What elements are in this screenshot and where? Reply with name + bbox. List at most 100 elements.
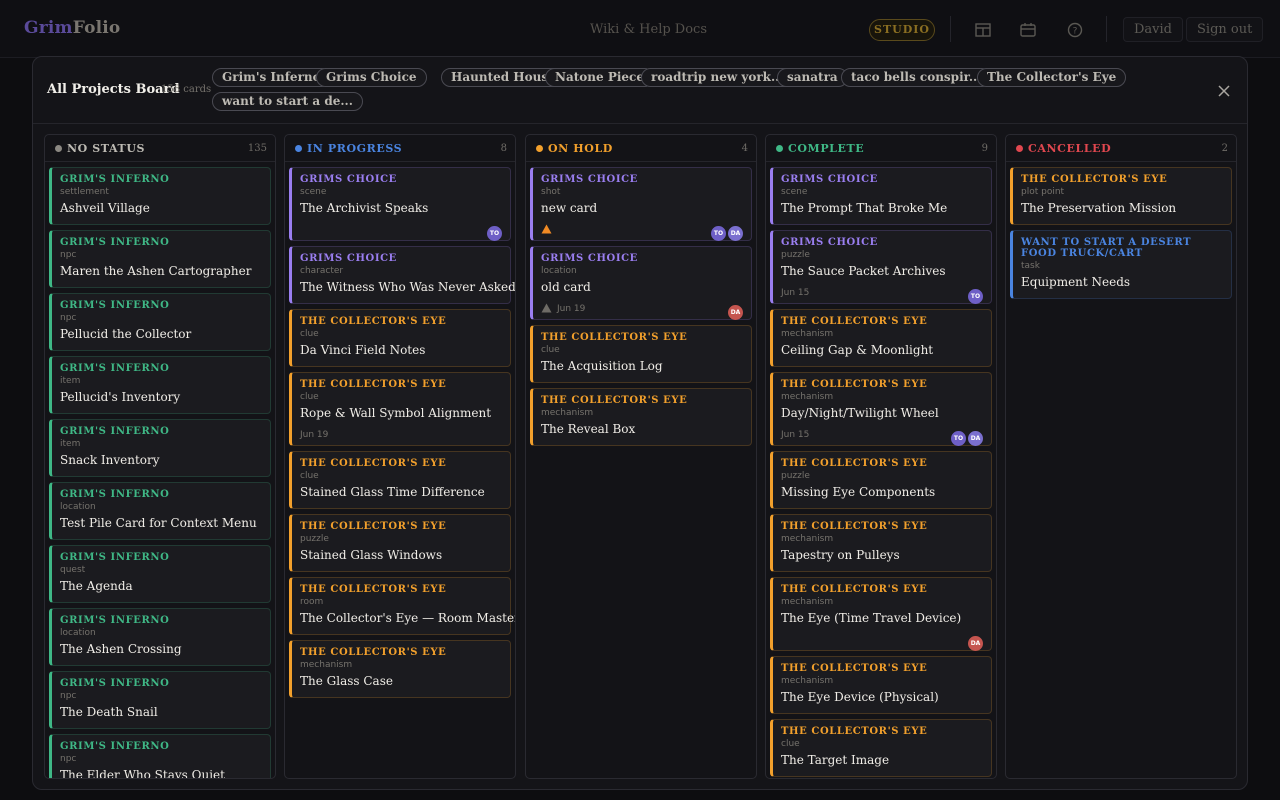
user-button[interactable]: David <box>1123 17 1183 42</box>
card-title: Pellucid the Collector <box>60 327 192 341</box>
sign-out-button[interactable]: Sign out <box>1186 17 1264 42</box>
kanban-card[interactable]: GRIMS CHOICE scene The Archivist Speaks TO <box>289 167 511 241</box>
card-title: Day/Night/Twilight Wheel <box>781 406 939 420</box>
kanban-card[interactable]: GRIM'S INFERNO item Snack Inventory <box>49 419 271 477</box>
kanban-card[interactable]: WANT TO START A DESERT FOOD TRUCK/CART ta… <box>1010 230 1232 299</box>
kanban-card[interactable]: GRIM'S INFERNO location Test Pile Card for… <box>49 482 271 540</box>
kanban-card[interactable]: THE COLLECTOR'S EYE puzzle Stained Glass W… <box>289 514 511 572</box>
kanban-card[interactable]: GRIMS CHOICE scene The Prompt That Broke M… <box>770 167 992 225</box>
card-type: puzzle <box>781 471 810 481</box>
column-title: COMPLETE <box>788 142 865 155</box>
card-type: task <box>1021 261 1040 271</box>
card-title: Stained Glass Time Difference <box>300 485 485 499</box>
kanban-card[interactable]: GRIMS CHOICE shot new card TO DA <box>530 167 752 241</box>
project-chip[interactable]: Grim's Inferno <box>212 68 331 87</box>
project-chip[interactable]: Natone Piece <box>545 68 654 87</box>
card-title: The Acquisition Log <box>541 359 663 373</box>
column-count: 135 <box>247 143 267 154</box>
avatar[interactable]: DA <box>728 226 743 241</box>
kanban-card[interactable]: GRIM'S INFERNO item Pellucid's Inventory <box>49 356 271 414</box>
kanban-card[interactable]: THE COLLECTOR'S EYE mechanism The Eye (Tim… <box>770 577 992 651</box>
card-type: clue <box>300 329 319 339</box>
project-chip[interactable]: sanatra <box>777 68 848 87</box>
card-project: GRIM'S INFERNO <box>60 678 170 689</box>
avatar[interactable]: TO <box>487 226 502 241</box>
kanban-card[interactable]: THE COLLECTOR'S EYE mechanism The Eye Devi… <box>770 656 992 714</box>
column-header: COMPLETE 9 <box>766 135 996 162</box>
wiki-help-link[interactable]: Wiki & Help Docs <box>590 22 707 37</box>
kanban-card[interactable]: GRIM'S INFERNO npc Pellucid the Collector <box>49 293 271 351</box>
avatar[interactable]: TO <box>951 431 966 446</box>
project-chip[interactable]: taco bells conspir... <box>841 68 992 87</box>
card-project: GRIM'S INFERNO <box>60 300 170 311</box>
card-title: The Target Image <box>781 753 890 767</box>
card-title: The Ashen Crossing <box>60 642 182 656</box>
card-due-date: Jun 19 <box>557 304 586 314</box>
project-chip[interactable]: Grims Choice <box>316 68 427 87</box>
card-title: The Elder Who Stays Quiet <box>60 768 225 779</box>
logo-part-a: Grim <box>24 18 73 38</box>
kanban-card[interactable]: GRIM'S INFERNO quest The Agenda <box>49 545 271 603</box>
card-project: THE COLLECTOR'S EYE <box>541 395 688 406</box>
studio-badge[interactable]: STUDIO <box>869 19 935 41</box>
kanban-card[interactable]: THE COLLECTOR'S EYE clue Stained Glass Tim… <box>289 451 511 509</box>
card-project: GRIM'S INFERNO <box>60 741 170 752</box>
avatar[interactable]: DA <box>968 431 983 446</box>
card-title: The Eye Device (Physical) <box>781 690 939 704</box>
kanban-card[interactable]: GRIM'S INFERNO npc The Elder Who Stays Qui… <box>49 734 271 779</box>
svg-text:?: ? <box>1073 26 1078 36</box>
card-project: THE COLLECTOR'S EYE <box>781 316 928 327</box>
card-title: The Archivist Speaks <box>300 201 429 215</box>
kanban-card[interactable]: THE COLLECTOR'S EYE puzzle Missing Eye Com… <box>770 451 992 509</box>
priority-high-icon <box>541 224 552 234</box>
kanban-card[interactable]: THE COLLECTOR'S EYE clue The Acquisition L… <box>530 325 752 383</box>
card-project: THE COLLECTOR'S EYE <box>781 663 928 674</box>
calendar-icon[interactable] <box>1019 21 1037 39</box>
column-title: CANCELLED <box>1028 142 1112 155</box>
kanban-card[interactable]: THE COLLECTOR'S EYE mechanism Tapestry on … <box>770 514 992 572</box>
card-type: puzzle <box>300 534 329 544</box>
kanban-card[interactable]: THE COLLECTOR'S EYE mechanism The Glass Ca… <box>289 640 511 698</box>
avatar[interactable]: DA <box>968 636 983 651</box>
avatar[interactable]: TO <box>711 226 726 241</box>
kanban-card[interactable]: GRIM'S INFERNO settlement Ashveil Village <box>49 167 271 225</box>
card-assignees: TO DA <box>949 425 983 446</box>
kanban-card[interactable]: GRIMS CHOICE location old card Jun 19 DA <box>530 246 752 320</box>
avatar[interactable]: DA <box>728 305 743 320</box>
kanban-card[interactable]: GRIM'S INFERNO location The Ashen Crossing <box>49 608 271 666</box>
project-chip[interactable]: roadtrip new york... <box>641 68 794 87</box>
kanban-card[interactable]: THE COLLECTOR'S EYE room The Collector's E… <box>289 577 515 635</box>
card-type: shot <box>541 187 561 197</box>
kanban-card[interactable]: GRIMS CHOICE character The Witness Who Was… <box>289 246 515 304</box>
kanban-card[interactable]: THE COLLECTOR'S EYE clue The Target Image <box>770 719 992 777</box>
card-title: Rope & Wall Symbol Alignment <box>300 406 492 420</box>
kanban-card[interactable]: GRIM'S INFERNO npc Maren the Ashen Cartogr… <box>49 230 271 288</box>
column-title: IN PROGRESS <box>307 142 403 155</box>
help-icon[interactable]: ? <box>1066 21 1084 39</box>
kanban-card[interactable]: THE COLLECTOR'S EYE mechanism Day/Night/Tw… <box>770 372 992 446</box>
avatar[interactable]: TO <box>968 289 983 304</box>
kanban-card[interactable]: THE COLLECTOR'S EYE mechanism Ceiling Gap … <box>770 309 992 367</box>
app-logo[interactable]: GrimFolio <box>24 18 120 38</box>
kanban-card[interactable]: GRIMS CHOICE puzzle The Sauce Packet Archi… <box>770 230 992 304</box>
card-assignees: DA <box>966 630 983 651</box>
kanban-card[interactable]: THE COLLECTOR'S EYE clue Rope & Wall Symbo… <box>289 372 511 446</box>
project-chip[interactable]: The Collector's Eye <box>977 68 1127 87</box>
kanban-card[interactable]: THE COLLECTOR'S EYE plot point The Preserv… <box>1010 167 1232 225</box>
close-icon[interactable] <box>1217 84 1231 98</box>
kanban-card[interactable]: GRIM'S INFERNO npc The Death Snail <box>49 671 271 729</box>
column-count: 8 <box>500 143 507 154</box>
card-title: Equipment Needs <box>1021 275 1131 289</box>
card-project: THE COLLECTOR'S EYE <box>781 584 928 595</box>
column-title: ON HOLD <box>548 142 613 155</box>
card-project: GRIM'S INFERNO <box>60 615 170 626</box>
card-type: scene <box>300 187 327 197</box>
board-icon[interactable] <box>974 21 992 39</box>
kanban-card[interactable]: THE COLLECTOR'S EYE clue Da Vinci Field No… <box>289 309 511 367</box>
card-project: GRIM'S INFERNO <box>60 552 170 563</box>
card-project: WANT TO START A DESERT FOOD TRUCK/CART <box>1021 237 1192 259</box>
project-chip[interactable]: want to start a de... <box>212 92 363 111</box>
status-dot <box>55 145 62 152</box>
kanban-card[interactable]: THE COLLECTOR'S EYE mechanism The Reveal B… <box>530 388 752 446</box>
column-count: 4 <box>741 143 748 154</box>
